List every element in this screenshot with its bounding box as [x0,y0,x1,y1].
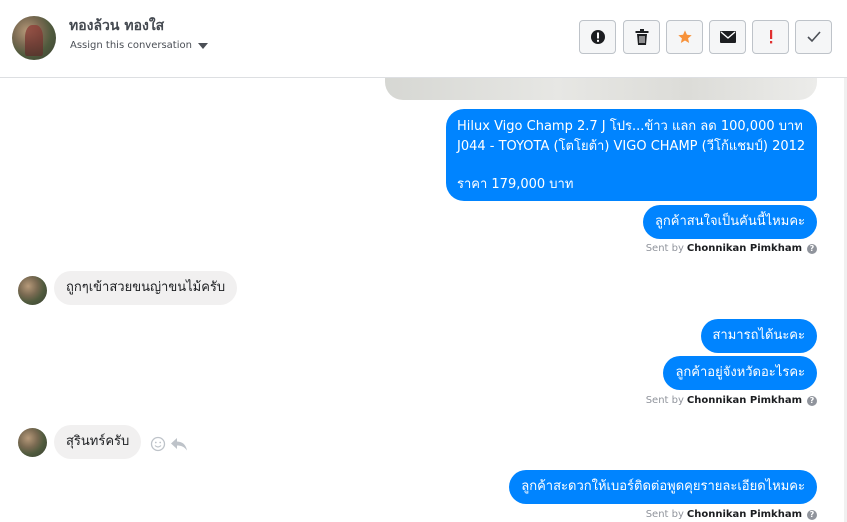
agent-name[interactable]: Chonnikan Pimkham [687,509,802,520]
help-icon[interactable]: ? [807,509,817,520]
assign-label: Assign this conversation [70,40,192,51]
incoming-message[interactable]: ถูกๆเข้าสวยขนญ่าขนไม้ครับ [54,271,238,305]
outgoing-message[interactable]: ลูกค้าสะดวกให้เบอร์ติดต่อพูดคุยรายละเอีย… [509,470,817,504]
envelope-icon [719,31,736,43]
contact-name[interactable]: ทองล้วน ทองใส [69,15,164,37]
trash-icon [635,29,648,45]
assign-conversation-dropdown[interactable]: Assign this conversation [70,40,208,51]
delete-button[interactable] [623,20,660,54]
help-icon[interactable]: ? [807,395,817,406]
mark-unread-button[interactable] [709,20,746,54]
mark-spam-button[interactable] [579,20,616,54]
contact-avatar[interactable] [12,16,56,60]
caret-down-icon [197,42,208,49]
agent-name[interactable]: Chonnikan Pimkham [687,395,802,406]
contact-avatar-small[interactable] [18,276,47,305]
agent-name[interactable]: Chonnikan Pimkham [687,243,802,254]
alert-circle-icon [590,30,605,44]
help-icon[interactable]: ? [807,243,817,254]
shared-image-attachment[interactable] [385,78,817,100]
ad-title-line: Hilux Vigo Champ 2.7 J โปร...ข้าว แลก ลด… [457,119,803,134]
ad-price-line: ราคา 179,000 บาท [457,177,574,192]
star-icon [677,30,692,43]
check-icon [806,31,821,43]
sent-by-label: Sent by Chonnikan Pimkham ? [646,395,817,406]
ad-message-bubble[interactable]: Hilux Vigo Champ 2.7 J โปร...ข้าว แลก ลด… [446,109,817,201]
outgoing-message[interactable]: ลูกค้าสนใจเป็นคันนี้ไหมคะ [642,205,817,239]
sent-by-label: Sent by Chonnikan Pimkham ? [646,509,817,520]
message-thread[interactable]: Hilux Vigo Champ 2.7 J โปร...ข้าว แลก ลด… [0,78,847,522]
incoming-message[interactable]: สุรินทร์ครับ [54,425,142,459]
sent-by-label: Sent by Chonnikan Pimkham ? [646,243,817,254]
smiley-icon[interactable] [150,436,166,452]
conversation-header: ทองล้วน ทองใส Assign this conversation [0,0,847,78]
follow-up-button[interactable] [752,20,789,54]
reply-icon[interactable] [170,436,188,452]
ad-model-line: J044 - TOYOTA (โตโยต้า) VIGO CHAMP (วีโก… [457,139,806,154]
outgoing-message[interactable]: ลูกค้าอยู่จังหวัดอะไรคะ [663,356,817,390]
exclamation-icon [769,30,772,44]
contact-avatar-small[interactable] [18,428,47,457]
mark-done-button[interactable] [795,20,832,54]
star-button[interactable] [666,20,703,54]
outgoing-message[interactable]: สามารถได้นะคะ [700,319,817,353]
